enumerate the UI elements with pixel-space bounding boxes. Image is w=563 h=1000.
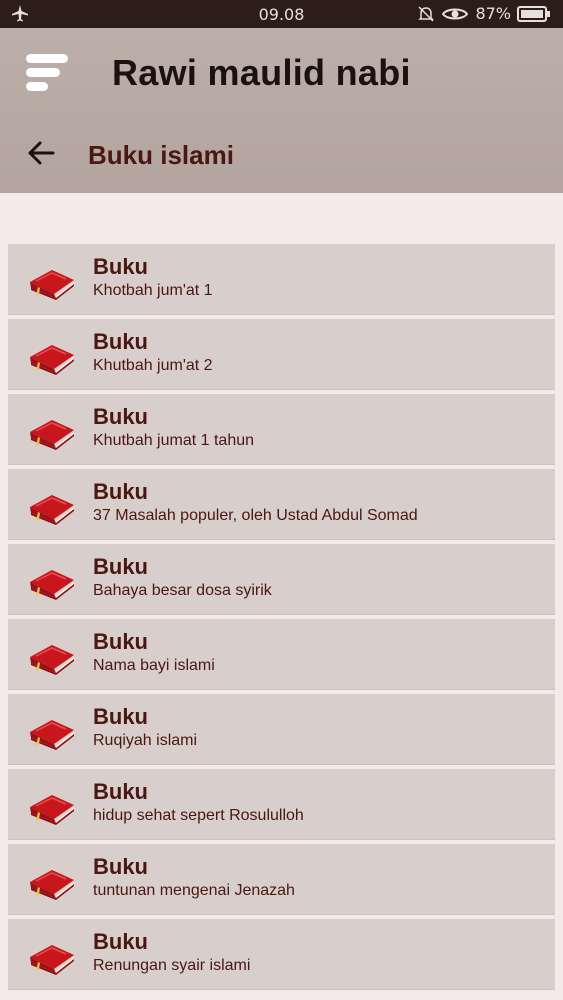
battery-percent: 87% [475,4,511,23]
list-item-title: Buku [93,629,148,654]
list-item[interactable]: Buku Bahaya besar dosa syirik [8,544,555,615]
list-item[interactable]: Buku Khutbah jumat 1 tahun [8,394,555,465]
book-icon [29,269,75,300]
book-icon [29,419,75,450]
list-item[interactable]: Buku Ruqiyah islami [8,694,555,765]
list-item-subtitle: Nama bayi islami [93,657,215,674]
status-bar: 09.08 87% [0,0,563,28]
list-item[interactable]: Buku tuntunan mengenai Jenazah [8,844,555,915]
list-item-title: Buku [93,704,148,729]
eye-icon [442,8,469,20]
list-item-title: Buku [93,854,148,879]
list-item[interactable]: Buku Khutbah jum'at 2 [8,319,555,390]
app-title: Rawi maulid nabi [112,52,411,93]
list-item-subtitle: Khotbah jum'at 1 [93,282,213,299]
book-icon [29,794,75,825]
page-title: Buku islami [88,140,234,170]
list-item-title: Buku [93,929,148,954]
list-item-title: Buku [93,779,148,804]
list-item-subtitle: hidup sehat sepert Rosululloh [93,807,304,824]
book-icon [29,569,75,600]
list-item[interactable]: Buku Renungan syair islami [8,919,555,990]
bell-off-icon [418,6,435,22]
book-icon [29,344,75,375]
menu-icon[interactable] [24,50,70,96]
list-item-subtitle: tuntunan mengenai Jenazah [93,882,295,899]
list-item-subtitle: Bahaya besar dosa syirik [93,582,272,599]
book-icon [29,494,75,525]
list-item-title: Buku [93,254,148,279]
list-item[interactable]: Buku Nama bayi islami [8,619,555,690]
battery-icon [517,6,550,22]
list-item-subtitle: Renungan syair islami [93,957,251,974]
list-item-title: Buku [93,554,148,579]
list-item[interactable]: Buku Khotbah jum'at 1 [8,244,555,315]
book-list: Buku Khotbah jum'at 1 Buku Khutbah jum'a… [8,244,555,994]
list-item-title: Buku [93,404,148,429]
list-item-subtitle: Khutbah jum'at 2 [93,357,213,374]
list-item-title: Buku [93,479,148,504]
list-item-subtitle: Ruqiyah islami [93,732,198,749]
book-icon [29,644,75,675]
back-arrow-icon[interactable] [26,138,56,168]
book-icon [29,944,75,975]
book-icon [29,869,75,900]
list-item-title: Buku [93,329,148,354]
app-header: Rawi maulid nabi Buku islami [0,28,563,193]
list-item[interactable]: Buku hidup sehat sepert Rosululloh [8,769,555,840]
list-item-subtitle: 37 Masalah populer, oleh Ustad Abdul Som… [93,507,418,524]
list-item-subtitle: Khutbah jumat 1 tahun [93,432,255,449]
list-item[interactable]: Buku 37 Masalah populer, oleh Ustad Abdu… [8,469,555,540]
book-icon [29,719,75,750]
